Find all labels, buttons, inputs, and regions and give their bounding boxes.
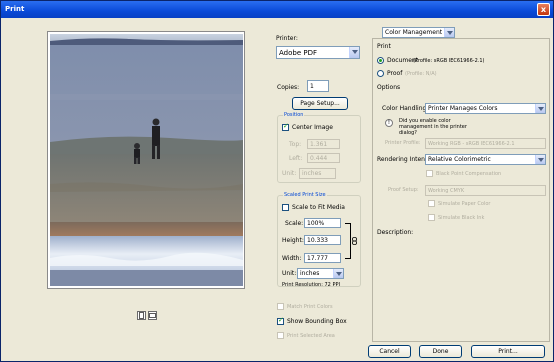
options-label: Options xyxy=(377,84,401,91)
scaled-print-size-title: Scaled Print Size xyxy=(283,192,327,199)
done-button[interactable]: Done xyxy=(419,345,462,358)
document-radio[interactable] xyxy=(377,57,384,64)
top-input[interactable]: 1.361 xyxy=(307,139,340,149)
simulate-paper-label: Simulate Paper Color xyxy=(438,201,491,207)
chevron-down-icon xyxy=(535,155,545,164)
match-print-colors-checkbox[interactable] xyxy=(277,303,284,310)
cancel-button[interactable]: Cancel xyxy=(368,345,411,358)
show-bounding-box-label: Show Bounding Box xyxy=(287,318,347,325)
proof-label: Proof xyxy=(387,70,403,77)
printer-value: Adobe PDF xyxy=(279,49,318,57)
print-resolution: Print Resolution: 72 PPI xyxy=(282,282,340,288)
printer-profile-value: Working RGB - sRGB IEC61966-2.1 xyxy=(428,141,515,147)
page-setup-button[interactable]: Page Setup... xyxy=(292,97,348,110)
simulate-paper-checkbox[interactable] xyxy=(428,200,435,207)
black-point-label: Black Point Compensation xyxy=(436,171,502,177)
print-selected-area-checkbox[interactable] xyxy=(277,332,284,339)
show-bounding-box-checkbox[interactable] xyxy=(277,316,284,325)
print-dialog: Print x Printer: Adobe PDF Copies: 1 Pag… xyxy=(0,0,554,362)
scaled-unit-label: Unit: xyxy=(282,270,297,277)
portrait-icon[interactable] xyxy=(137,311,146,320)
rendering-intent-select[interactable]: Relative Colorimetric xyxy=(425,154,546,165)
rendering-intent-value: Relative Colorimetric xyxy=(428,156,491,163)
print-selected-area-label: Print Selected Area xyxy=(287,333,335,339)
landscape-icon[interactable] xyxy=(148,311,157,320)
position-title: Position xyxy=(283,112,305,119)
scale-label: Scale: xyxy=(285,220,304,227)
chevron-down-icon xyxy=(349,47,359,58)
top-label: Top: xyxy=(289,141,302,148)
proof-setup-label: Proof Setup: xyxy=(388,187,419,193)
proof-setup-value: Working CMYK xyxy=(428,188,465,194)
chevron-down-icon xyxy=(535,104,545,113)
proof-radio[interactable] xyxy=(377,70,384,77)
chain-link-icon[interactable] xyxy=(351,237,358,245)
chevron-down-icon xyxy=(444,28,454,37)
document-profile: (Profile: sRGB IEC61966-2.1) xyxy=(413,58,485,64)
print-section-label: Print xyxy=(377,43,391,50)
height-input[interactable]: 10.333 xyxy=(304,235,341,245)
window-title: Print xyxy=(5,5,25,13)
scale-to-fit-checkbox[interactable] xyxy=(282,204,289,211)
info-icon: ! xyxy=(385,119,393,127)
color-handling-label: Color Handling: xyxy=(382,105,429,112)
printer-profile-select[interactable]: Working RGB - sRGB IEC61966-2.1 xyxy=(425,138,546,149)
print-button[interactable]: Print... xyxy=(471,345,545,358)
scaled-unit-select[interactable]: inches xyxy=(297,268,344,279)
height-label: Height: xyxy=(282,237,304,244)
preview-image xyxy=(50,34,243,286)
description-label: Description: xyxy=(377,229,414,236)
copies-label: Copies: xyxy=(277,84,300,91)
position-unit-select[interactable]: inches xyxy=(299,168,336,179)
position-unit-label: Unit: xyxy=(282,170,297,177)
center-image-checkbox[interactable] xyxy=(282,122,289,131)
title-bar: Print x xyxy=(1,1,553,18)
simulate-black-checkbox[interactable] xyxy=(428,214,435,221)
printer-select[interactable]: Adobe PDF xyxy=(276,46,360,59)
black-point-checkbox[interactable] xyxy=(426,170,433,177)
left-input[interactable]: 0.444 xyxy=(307,153,340,163)
close-icon[interactable]: x xyxy=(537,3,550,16)
proof-setup-select[interactable]: Working CMYK xyxy=(425,185,546,196)
chevron-down-icon xyxy=(333,269,343,278)
scale-input[interactable]: 100% xyxy=(304,218,341,228)
printer-label: Printer: xyxy=(276,35,298,42)
printer-profile-label: Printer Profile: xyxy=(385,140,421,146)
rendering-intent-label: Rendering Intent: xyxy=(377,156,430,163)
center-image-label: Center Image xyxy=(292,124,333,131)
color-handling-select[interactable]: Printer Manages Colors xyxy=(425,103,546,114)
scaled-unit-value: inches xyxy=(300,270,320,277)
scale-to-fit-label: Scale to Fit Media xyxy=(292,204,345,211)
proof-profile: (Profile: N/A) xyxy=(405,71,437,77)
copies-input[interactable]: 1 xyxy=(307,80,329,92)
width-input[interactable]: 17.777 xyxy=(304,253,341,263)
color-management-notice: Did you enable color management in the p… xyxy=(399,118,467,136)
position-unit-value: inches xyxy=(302,170,322,177)
left-label: Left: xyxy=(289,155,303,162)
output-mode-value: Color Management xyxy=(385,29,443,36)
width-label: Width: xyxy=(282,255,302,262)
color-handling-value: Printer Manages Colors xyxy=(428,105,498,112)
simulate-black-label: Simulate Black Ink xyxy=(438,215,485,221)
output-mode-select[interactable]: Color Management xyxy=(382,27,455,38)
match-print-colors-label: Match Print Colors xyxy=(287,304,333,310)
